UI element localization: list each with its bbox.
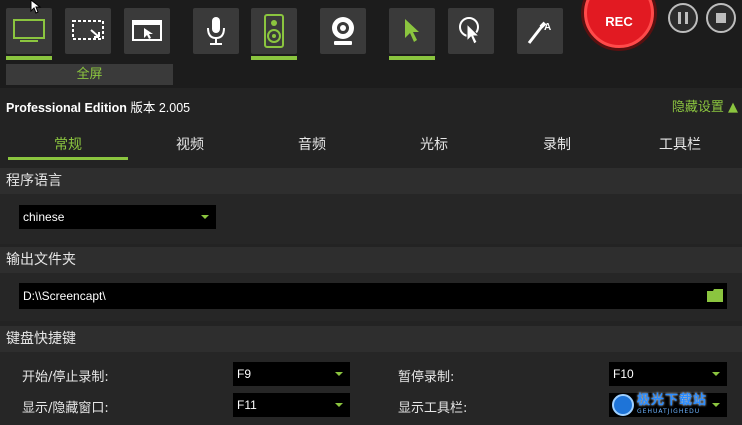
edition-info: Professional Edition 版本 2.005 xyxy=(6,97,190,116)
mouse-cursor-icon xyxy=(30,0,42,14)
capture-mode-label: 全屏 xyxy=(6,64,173,85)
dropdown-caret-icon xyxy=(335,403,343,407)
fullscreen-icon xyxy=(13,19,45,42)
output-folder-field[interactable]: D:\\Screencapt\ xyxy=(19,283,727,309)
dropdown-caret-icon xyxy=(335,372,343,376)
hide-settings-link[interactable]: 隐藏设置 ▲ xyxy=(672,96,738,115)
toolbar: A REC 全屏 xyxy=(0,0,742,88)
pause-key-value: F10 xyxy=(613,367,634,381)
tab-cursor[interactable]: 光标 xyxy=(374,130,494,160)
tab-video[interactable]: 视频 xyxy=(130,130,250,160)
language-section-title: 程序语言 xyxy=(0,168,742,194)
show-toolbar-label: 显示工具栏: xyxy=(398,401,468,416)
pause-icon xyxy=(678,12,688,24)
speaker-button[interactable] xyxy=(251,8,297,60)
tab-general[interactable]: 常规 xyxy=(8,130,128,160)
watermark-sub-text: GEHUATJIGHEDU xyxy=(637,408,701,415)
region-icon xyxy=(72,20,104,40)
language-select-value: chinese xyxy=(23,210,65,224)
svg-text:A: A xyxy=(544,22,551,33)
show-hide-label: 显示/隐藏窗口: xyxy=(22,401,109,416)
record-label: REC xyxy=(605,14,633,29)
dropdown-caret-icon xyxy=(712,372,720,376)
record-button[interactable]: REC xyxy=(584,0,654,48)
cursor-button[interactable] xyxy=(389,8,435,60)
start-stop-key-select[interactable]: F9 xyxy=(233,362,350,386)
annotate-button[interactable]: A xyxy=(517,8,563,54)
watermark-main-text: 极光下载站 xyxy=(637,393,708,408)
dropdown-caret-icon xyxy=(201,215,209,219)
pause-key-select[interactable]: F10 xyxy=(609,362,727,386)
fullscreen-button[interactable] xyxy=(6,8,52,60)
microphone-button[interactable] xyxy=(193,8,239,54)
settings-tabs: 常规 视频 音频 光标 录制 工具栏 xyxy=(0,130,742,160)
output-section-title: 输出文件夹 xyxy=(0,247,742,273)
pause-label: 暂停录制: xyxy=(398,370,455,385)
cursor-icon xyxy=(405,19,419,42)
show-hide-key-value: F11 xyxy=(237,398,257,412)
edition-name: Professional Edition xyxy=(6,101,127,115)
tab-toolbar[interactable]: 工具栏 xyxy=(620,130,740,160)
folder-icon[interactable] xyxy=(707,289,723,302)
stop-button[interactable] xyxy=(706,3,736,33)
hotkeys-section-title: 键盘快捷键 xyxy=(0,326,742,352)
click-highlight-button[interactable] xyxy=(448,8,494,54)
start-stop-label: 开始/停止录制: xyxy=(22,370,109,385)
output-folder-path: D:\\Screencapt\ xyxy=(23,289,106,303)
version-number: 2.005 xyxy=(158,101,191,115)
version-label: 版本 xyxy=(130,101,156,115)
window-button[interactable] xyxy=(124,8,170,54)
pause-button[interactable] xyxy=(668,3,698,33)
speaker-icon xyxy=(264,14,284,48)
microphone-icon xyxy=(207,17,225,45)
tab-audio[interactable]: 音频 xyxy=(252,130,372,160)
site-watermark: 极光下载站 GEHUATJIGHEDU xyxy=(612,392,736,418)
webcam-button[interactable] xyxy=(320,8,366,54)
language-select[interactable]: chinese xyxy=(19,205,216,229)
window-icon xyxy=(132,20,162,41)
start-stop-key-value: F9 xyxy=(237,367,252,381)
webcam-icon xyxy=(332,17,354,45)
region-button[interactable] xyxy=(65,8,111,54)
stop-icon xyxy=(716,13,726,23)
show-hide-key-select[interactable]: F11 xyxy=(233,393,350,417)
click-highlight-icon xyxy=(459,17,481,45)
annotate-icon: A xyxy=(527,21,551,44)
tab-recording[interactable]: 录制 xyxy=(497,130,617,160)
watermark-logo-icon xyxy=(612,394,634,416)
